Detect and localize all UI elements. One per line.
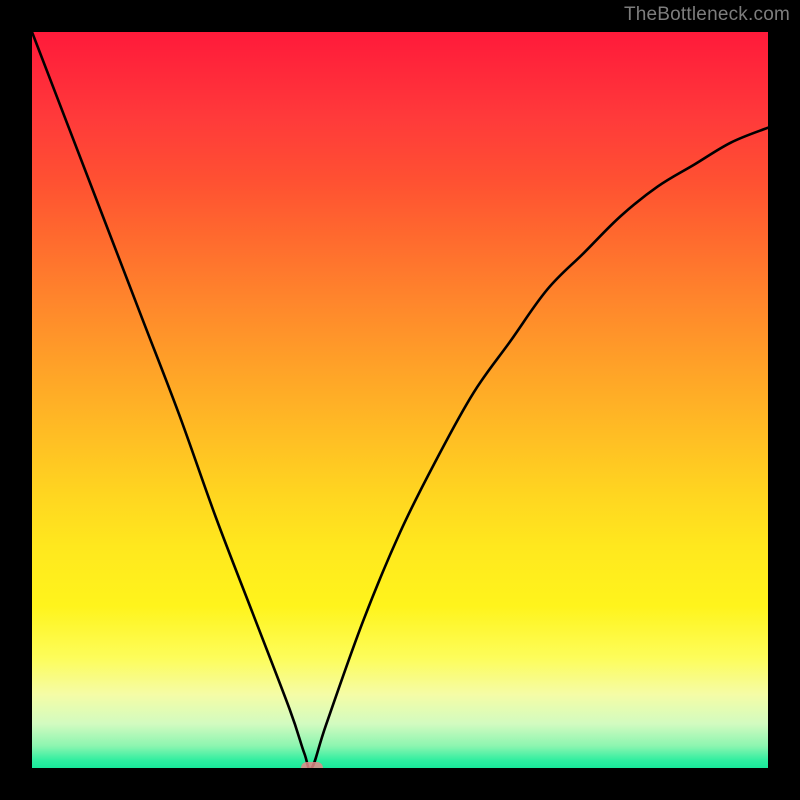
minimum-marker bbox=[301, 762, 323, 768]
chart-container: TheBottleneck.com bbox=[0, 0, 800, 800]
plot-area bbox=[32, 32, 768, 768]
watermark-text: TheBottleneck.com bbox=[624, 4, 790, 26]
bottleneck-curve bbox=[32, 32, 768, 768]
